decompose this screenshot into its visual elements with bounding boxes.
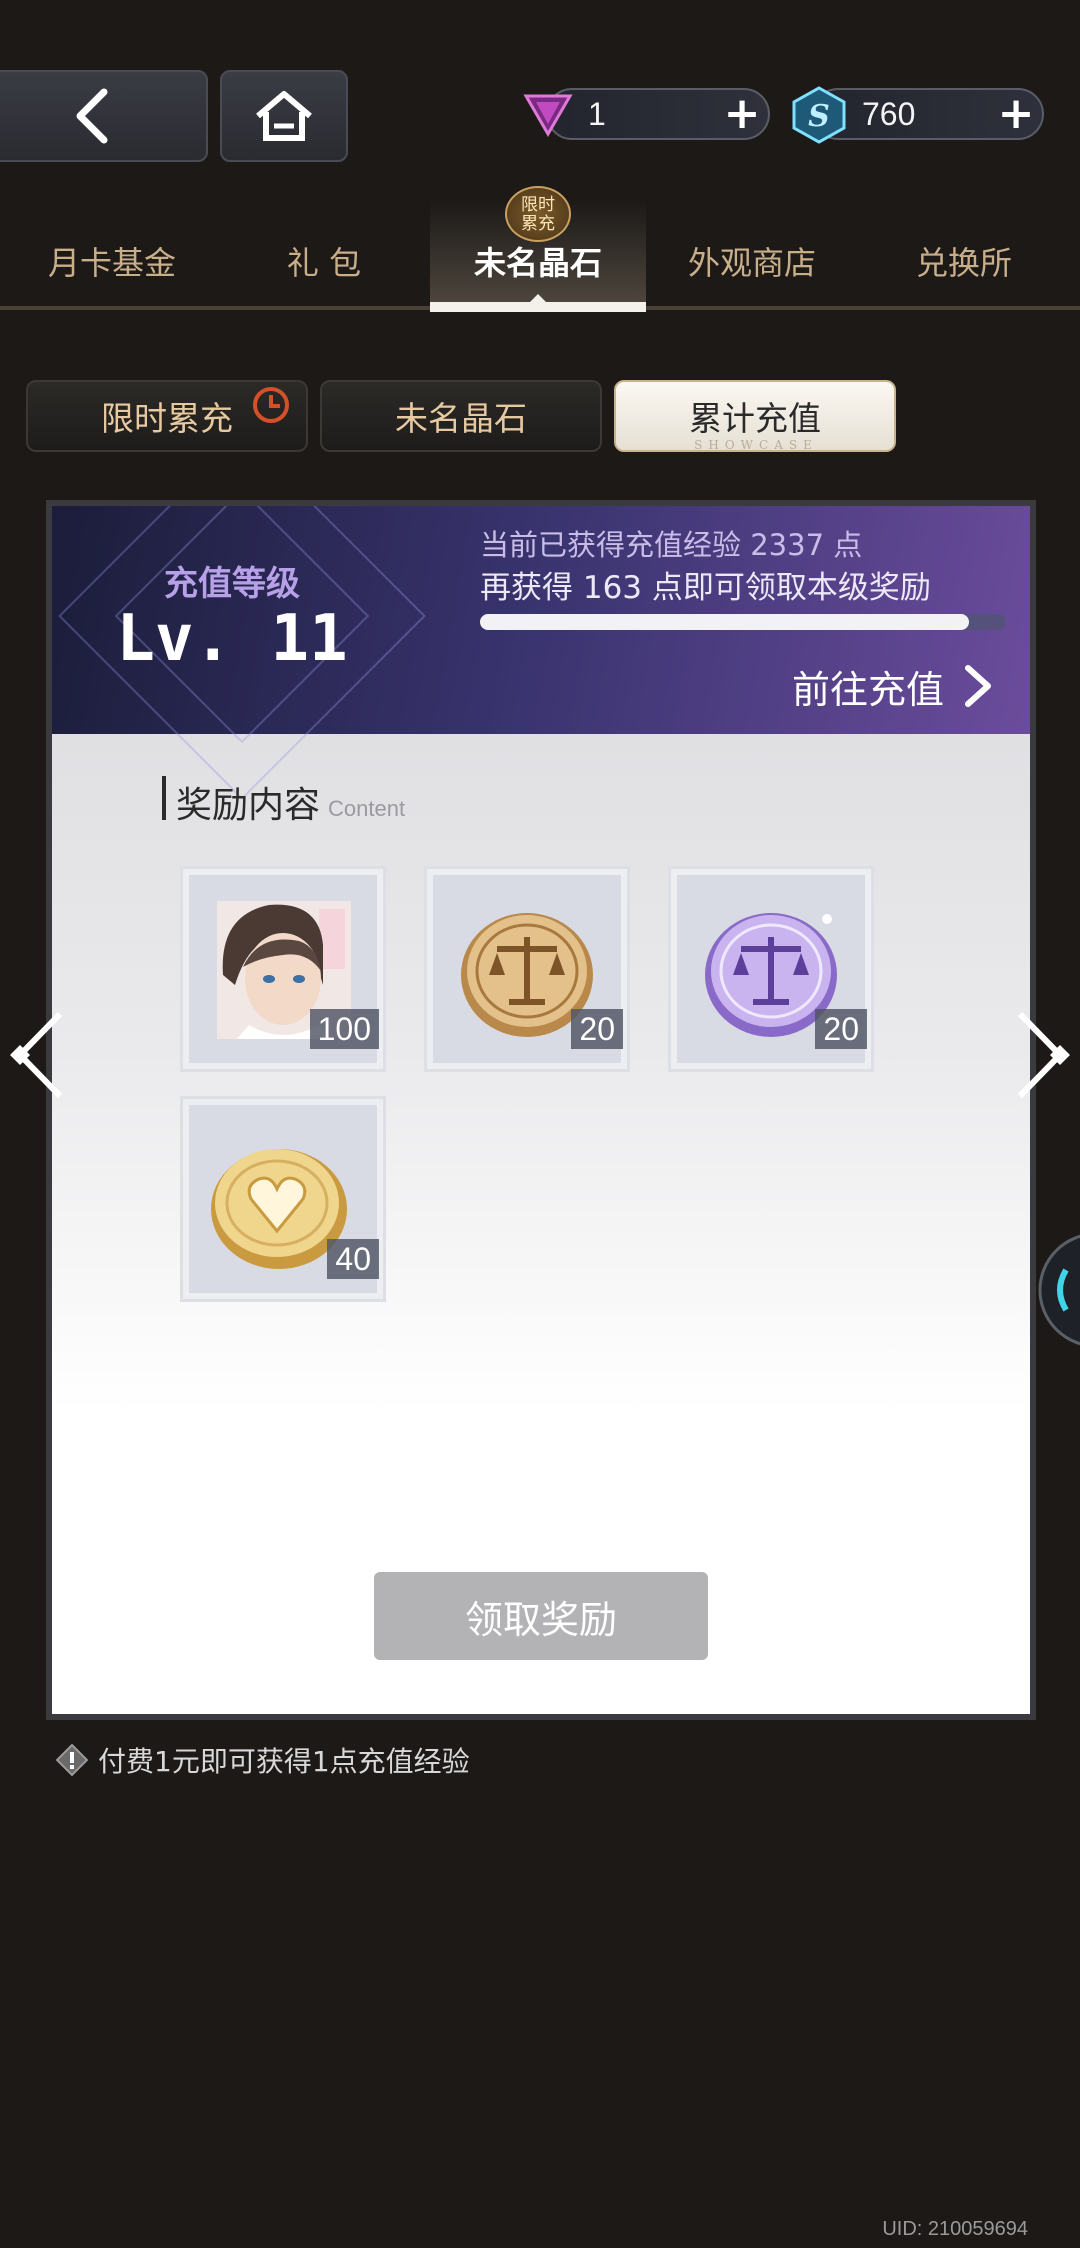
home-icon <box>256 91 312 141</box>
heading-bar <box>162 776 166 820</box>
limited-recharge-badge: 限时 累充 <box>505 186 571 242</box>
s-crystal-icon: S <box>792 86 846 144</box>
svg-text:S: S <box>808 99 830 134</box>
gem-amount: 1 <box>588 96 606 132</box>
go-recharge-button[interactable]: 前往充值 <box>792 656 998 716</box>
rewards-heading-en: Content <box>328 796 406 821</box>
badge-line1: 限时 <box>521 195 555 215</box>
reward-item-heart-coin[interactable]: 40 <box>180 1096 386 1302</box>
badge-line2: 累充 <box>521 214 555 234</box>
tab-pointer-icon <box>526 294 550 306</box>
floating-assistant-icon[interactable] <box>1036 1230 1080 1350</box>
level-title: 充值等级 <box>164 564 300 604</box>
level-value: Lv. 11 <box>116 602 348 676</box>
tab-monthly-card[interactable]: 月卡基金 <box>12 238 212 284</box>
tab-appearance-shop[interactable]: 外观商店 <box>652 238 852 284</box>
crystal-amount: 760 <box>862 96 916 132</box>
reward-item-gold-coin[interactable]: 20 <box>424 866 630 1072</box>
currency-gem-counter: 1 + <box>546 88 770 140</box>
prev-level-arrow-icon[interactable] <box>8 1010 68 1100</box>
exp-gained-text: 当前已获得充值经验 2337 点 <box>480 528 863 562</box>
info-diamond-icon <box>56 1744 88 1776</box>
subtab-crystal-label: 未名晶石 <box>395 399 527 438</box>
item-quantity: 20 <box>815 1009 867 1049</box>
level-progress-fill <box>480 614 970 630</box>
reward-item-purple-coin[interactable]: 20 <box>668 866 874 1072</box>
add-gem-button[interactable]: + <box>720 92 764 136</box>
exp-needed-text: 再获得 163 点即可领取本级奖励 <box>480 570 931 606</box>
level-banner: 充值等级 Lv. 11 当前已获得充值经验 2337 点 再获得 163 点即可… <box>52 506 1030 800</box>
next-level-arrow-icon[interactable] <box>1012 1010 1072 1100</box>
add-crystal-button[interactable]: + <box>994 92 1038 136</box>
recharge-footnote: 付费1元即可获得1点充值经验 <box>98 1745 470 1778</box>
reward-item-portrait[interactable]: 100 <box>180 866 386 1072</box>
back-button[interactable] <box>0 70 208 162</box>
item-quantity: 20 <box>571 1009 623 1049</box>
level-progress-bar <box>480 614 1006 630</box>
item-quantity: 40 <box>327 1239 379 1279</box>
chevron-right-icon <box>965 665 992 707</box>
tab-crystal[interactable]: 未名晶石 <box>438 238 638 284</box>
reward-panel: 充值等级 Lv. 11 当前已获得充值经验 2337 点 再获得 163 点即可… <box>46 500 1036 1720</box>
subtab-crystal[interactable]: 未名晶石 <box>320 380 602 452</box>
subtab-cumulative-label: 累计充值 <box>689 399 821 438</box>
uid-label: UID: 210059694 <box>882 2218 1028 2240</box>
subtab-limited-label: 限时累充 <box>101 399 233 438</box>
go-recharge-label: 前往充值 <box>792 667 945 712</box>
item-quantity: 100 <box>309 1009 379 1049</box>
rewards-heading: 奖励内容 <box>176 785 321 826</box>
chevron-left-icon <box>76 88 108 144</box>
claim-reward-button[interactable]: 领取奖励 <box>374 1572 708 1660</box>
showcase-deco-text: SHOWCASE <box>694 438 818 452</box>
triangle-gem-icon <box>523 94 573 137</box>
home-button[interactable] <box>220 70 348 162</box>
clock-icon <box>253 387 289 423</box>
tab-exchange[interactable]: 兑换所 <box>864 238 1064 284</box>
tab-gift-pack[interactable]: 礼 包 <box>224 238 424 284</box>
